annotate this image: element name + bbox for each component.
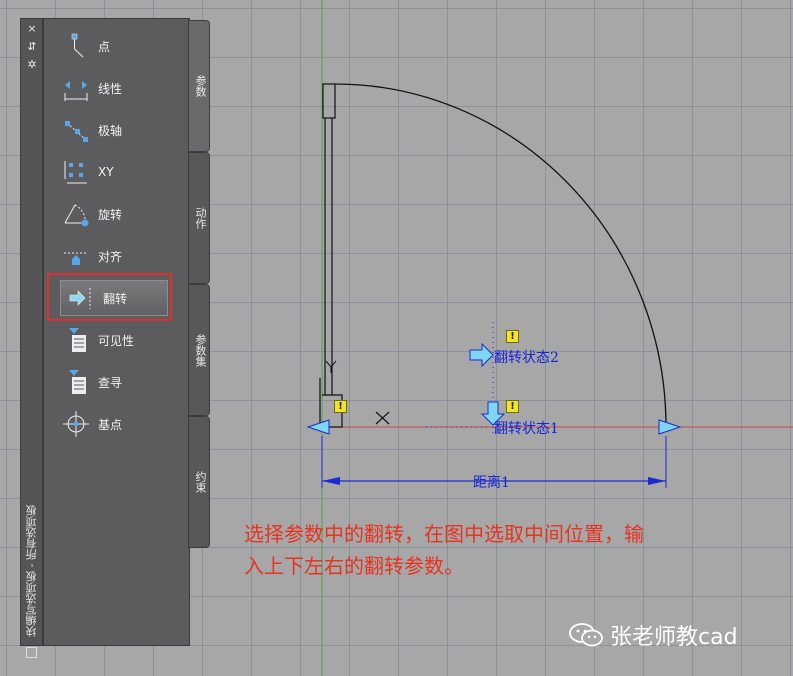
tab-label: 参数: [194, 75, 207, 97]
xy-param-icon: [56, 154, 96, 190]
warning-icon: !: [506, 400, 519, 413]
tool-alignment[interactable]: 对齐: [56, 238, 166, 274]
rotation-param-icon: [56, 196, 96, 232]
instruction-annotation: 选择参数中的翻转，在图中选取中间位置，输 入上下左右的翻转参数。: [244, 518, 789, 582]
basepoint-param-icon: [56, 406, 96, 442]
point-param-icon: [56, 28, 96, 64]
ucs-x-marker: [375, 411, 390, 425]
warning-icon: !: [506, 330, 519, 343]
warning-icon: !: [334, 400, 347, 413]
tool-rotation[interactable]: 旋转: [56, 196, 166, 232]
tool-basepoint[interactable]: 基点: [56, 406, 166, 442]
palette-menu-icon[interactable]: [26, 647, 37, 658]
tool-label: 极轴: [98, 123, 123, 138]
grip-left-triangle[interactable]: [306, 419, 330, 435]
tool-lookup[interactable]: 查寻: [56, 364, 166, 400]
autohide-icon[interactable]: ⇵: [25, 41, 39, 53]
tool-label: 点: [98, 39, 111, 54]
tool-visibility[interactable]: 可见性: [56, 322, 166, 358]
door-leaf-top: [322, 83, 336, 119]
tool-xy[interactable]: XY: [56, 154, 166, 190]
tool-linear[interactable]: 线性: [56, 70, 166, 106]
tab-parameter-sets[interactable]: 参数集: [188, 284, 210, 416]
tab-label: 动作: [194, 207, 207, 229]
tab-actions[interactable]: 动作: [188, 152, 210, 284]
tool-point[interactable]: 点: [56, 28, 166, 64]
door-swing-arc: [334, 83, 667, 428]
tool-label: 旋转: [98, 207, 123, 222]
watermark-text: 张老师教cad: [610, 625, 738, 650]
ucs-y-marker: [325, 360, 337, 373]
tool-label: 线性: [98, 81, 123, 96]
lookup-param-icon: [56, 364, 96, 400]
alignment-param-icon: [56, 238, 96, 274]
tool-label: XY: [98, 165, 114, 179]
grip-right-triangle[interactable]: [658, 419, 682, 435]
tool-label: 可见性: [98, 333, 135, 348]
watermark: 张老师教cad: [568, 620, 738, 650]
tab-label: 约束: [194, 471, 207, 493]
flip-tool-highlight: [47, 273, 172, 321]
tab-parameters[interactable]: 参数: [188, 20, 210, 152]
palette-title-bar[interactable]: × ⇵ ✲ 块编写选项板 - 所有选项板: [20, 18, 43, 658]
annotation-line-2: 入上下左右的翻转参数。: [244, 554, 464, 578]
tool-label: 查寻: [98, 375, 123, 390]
annotation-line-1: 选择参数中的翻转，在图中选取中间位置，输: [244, 522, 644, 546]
wechat-icon: [569, 623, 603, 647]
tab-label: 参数集: [194, 333, 207, 367]
properties-icon[interactable]: ✲: [25, 59, 39, 71]
close-icon[interactable]: ×: [25, 23, 39, 35]
linear-param-icon: [56, 70, 96, 106]
palette-title: 块编写选项板 - 所有选项板: [25, 505, 38, 637]
tab-constraints[interactable]: 约束: [188, 416, 210, 548]
flip-state-1-label[interactable]: 翻转状态1: [494, 418, 559, 438]
tool-polar[interactable]: 极轴: [56, 112, 166, 148]
dimension-arrow-left: [322, 477, 340, 485]
visibility-param-icon: [56, 322, 96, 358]
dimension-arrow-right: [648, 477, 666, 485]
polar-param-icon: [56, 112, 96, 148]
tool-label: 基点: [98, 417, 123, 432]
flip-grip-right-arrow[interactable]: [469, 342, 494, 368]
distance-label[interactable]: 距离1: [473, 472, 510, 492]
tool-label: 对齐: [98, 249, 123, 264]
flip-state-2-label[interactable]: 翻转状态2: [494, 347, 559, 367]
